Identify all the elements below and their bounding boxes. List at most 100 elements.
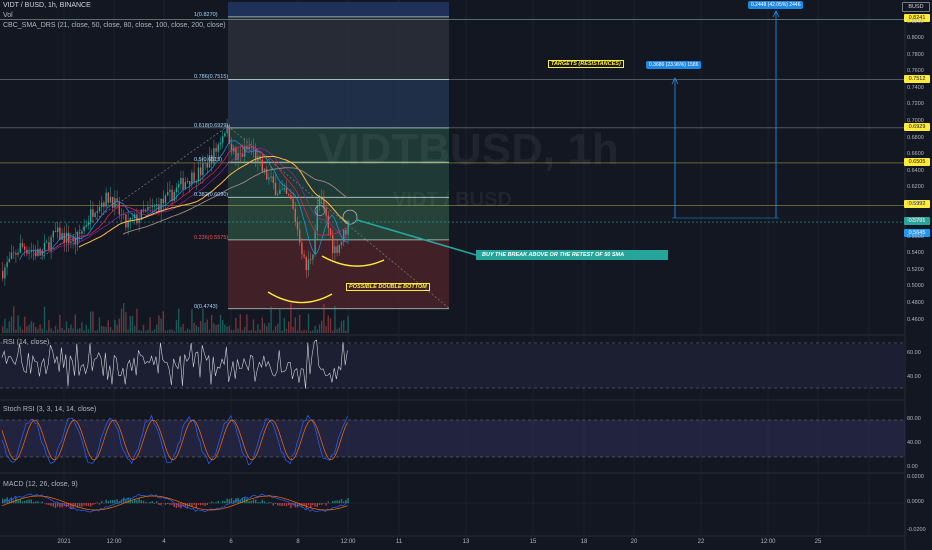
macd-histogram-bar — [340, 498, 343, 504]
volume-bar — [222, 320, 224, 333]
watermark-main: VIDTBUSD, 1h — [318, 125, 619, 174]
volume-bar — [138, 329, 140, 333]
macd-histogram-bar — [211, 501, 213, 504]
candle-body — [94, 212, 96, 218]
fib-zone — [228, 16, 449, 80]
volume-bar — [292, 326, 294, 333]
volume-bar — [257, 324, 259, 333]
candle-body — [193, 172, 195, 183]
volume-bar — [268, 322, 270, 333]
volume-bar — [120, 308, 123, 333]
volume-bar — [343, 320, 345, 333]
volume-bar — [48, 320, 50, 333]
time-tick-label: 6 — [229, 539, 233, 545]
candle-body — [72, 237, 74, 242]
macd-histogram-bar — [184, 503, 186, 507]
candle-body — [281, 189, 283, 191]
candle-body — [151, 205, 153, 208]
volume-bar — [288, 321, 290, 333]
candle-body — [191, 172, 193, 185]
candle-body — [59, 227, 61, 240]
macd-histogram-bar — [285, 503, 288, 507]
candle-body — [90, 209, 92, 223]
macd-histogram-bar — [215, 502, 217, 504]
candle-body — [217, 144, 219, 152]
volume-bar — [303, 329, 305, 333]
volume-bar — [272, 330, 274, 333]
candle-body — [92, 209, 94, 218]
volume-bar — [136, 308, 138, 333]
volume-bar — [233, 330, 235, 333]
candle-body — [153, 205, 156, 207]
volume-bar — [127, 329, 129, 333]
candle-body — [70, 241, 72, 243]
candle-body — [79, 232, 81, 234]
candle-body — [244, 146, 246, 157]
price-tick-label: 0.7800 — [907, 51, 924, 58]
volume-bar — [24, 316, 26, 333]
candle-body — [272, 176, 274, 183]
volume-bar — [270, 306, 272, 333]
volume-bar — [186, 328, 189, 333]
volume-bar — [76, 328, 79, 333]
volume-bar — [145, 330, 147, 333]
candle-body — [61, 233, 63, 240]
macd-histogram-bar — [32, 501, 35, 504]
macd-histogram-bar — [145, 501, 147, 504]
macd-histogram-bar — [217, 500, 219, 504]
macd-histogram-bar — [268, 502, 270, 504]
macd-histogram-bar — [343, 501, 345, 504]
candle-body — [261, 159, 263, 172]
volume-bar — [81, 322, 83, 333]
candle-body — [301, 242, 303, 255]
candle-body — [57, 227, 59, 232]
macd-histogram-bar — [204, 503, 206, 506]
volume-bar — [118, 318, 120, 333]
candle-body — [288, 194, 290, 196]
volume-bar — [191, 309, 193, 333]
volume-bar — [50, 328, 52, 333]
volume-bar — [241, 330, 244, 333]
volume-bar — [94, 330, 96, 333]
volume-bar — [6, 328, 8, 333]
macd-histogram-bar — [222, 500, 224, 504]
volume-bar — [79, 328, 81, 333]
macd-histogram-bar — [228, 499, 230, 504]
volume-bar — [310, 330, 312, 333]
candle-body — [279, 189, 281, 194]
candle-body — [21, 243, 24, 247]
candle-body — [206, 162, 208, 168]
candle-body — [129, 218, 131, 221]
candle-body — [43, 242, 46, 251]
macd-histogram-bar — [279, 503, 281, 506]
candle-body — [178, 184, 180, 188]
macd-histogram-bar — [259, 502, 261, 504]
volume-bar — [107, 320, 109, 333]
price-tick-label: 0.7400 — [907, 84, 924, 91]
volume-bar — [266, 326, 268, 333]
stoch-band — [0, 420, 905, 457]
macd-histogram-bar — [224, 501, 226, 504]
price-chart[interactable] — [0, 0, 932, 550]
time-tick-label: 11 — [395, 539, 403, 545]
volume-bar — [134, 325, 136, 333]
macd-histogram-bar — [281, 503, 283, 507]
volume-bar — [83, 330, 85, 333]
fib-zone — [228, 239, 449, 309]
candle-body — [325, 208, 327, 216]
macd-histogram-bar — [103, 503, 105, 504]
target-price-tag: 0.6929 — [904, 122, 930, 131]
macd-histogram-bar — [252, 499, 255, 504]
volume-bar — [98, 317, 101, 333]
volume-bar — [52, 330, 54, 333]
macd-histogram-bar — [244, 497, 246, 504]
candle-body — [15, 252, 17, 255]
macd-histogram-bar — [316, 503, 318, 507]
price-tick-label: 0.5800 — [907, 217, 924, 224]
volume-bar — [10, 316, 13, 333]
target-price-tag: 0.6505 — [904, 157, 930, 166]
time-tick-label: 22 — [697, 539, 705, 545]
measure-tag-2: 0.2448 (42.05%) 2446 — [748, 1, 804, 9]
volume-bar — [21, 329, 24, 333]
volume-bar — [228, 325, 230, 333]
